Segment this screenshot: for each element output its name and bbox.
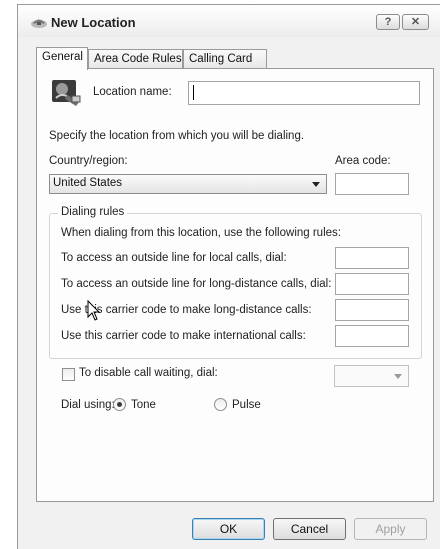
pulse-radio[interactable]	[214, 398, 227, 411]
pulse-label: Pulse	[232, 399, 261, 411]
international-carrier-label: Use this carrier code to make internatio…	[61, 330, 306, 342]
dialing-rules-title: Dialing rules	[58, 206, 128, 218]
ok-button[interactable]: OK	[192, 518, 265, 540]
long-distance-carrier-input[interactable]	[335, 299, 409, 321]
country-region-value: United States	[53, 177, 123, 189]
apply-button[interactable]: Apply	[354, 518, 427, 540]
country-region-label: Country/region:	[49, 155, 128, 167]
tab-calling-card[interactable]: Calling Card	[183, 49, 267, 69]
tab-general[interactable]: General	[36, 47, 88, 70]
long-distance-calls-input[interactable]	[335, 273, 409, 295]
help-icon: ?	[384, 16, 392, 28]
specify-location-text: Specify the location from which you will…	[49, 130, 305, 142]
cancel-button[interactable]: Cancel	[273, 518, 346, 540]
disable-call-waiting-label: To disable call waiting, dial:	[79, 367, 218, 379]
chevron-down-icon	[394, 374, 402, 379]
tone-radio[interactable]	[113, 398, 126, 411]
phone-location-icon	[30, 15, 48, 32]
long-distance-calls-label: To access an outside line for long-dista…	[61, 278, 332, 290]
disable-call-waiting-checkbox[interactable]	[62, 368, 75, 381]
mouse-pointer-icon	[87, 299, 101, 325]
title-bar[interactable]: New Location ? ✕	[18, 5, 440, 37]
help-button[interactable]: ?	[376, 14, 400, 30]
tone-label: Tone	[131, 399, 156, 411]
area-code-input[interactable]	[335, 173, 409, 195]
new-location-dialog: New Location ? ✕ General Area Code Rules…	[17, 4, 440, 549]
window-title: New Location	[51, 15, 136, 30]
radio-selected-dot	[117, 402, 122, 407]
location-name-label: Location name:	[93, 86, 172, 98]
general-tab-panel: Location name: Specify the location from…	[36, 68, 434, 502]
close-button[interactable]: ✕	[402, 14, 429, 30]
chevron-down-icon	[312, 182, 320, 187]
tab-area-code-rules[interactable]: Area Code Rules	[88, 49, 183, 69]
dial-using-label: Dial using:	[61, 399, 115, 411]
text-caret	[193, 85, 194, 100]
local-calls-label: To access an outside line for local call…	[61, 252, 287, 264]
location-name-input[interactable]	[188, 81, 420, 105]
country-region-select[interactable]: United States	[49, 174, 327, 194]
call-waiting-select[interactable]	[334, 365, 409, 387]
location-phone-icon	[50, 78, 82, 111]
area-code-label: Area code:	[335, 155, 391, 167]
dialing-rules-intro: When dialing from this location, use the…	[61, 227, 341, 239]
close-icon: ✕	[410, 16, 421, 28]
international-carrier-input[interactable]	[335, 325, 409, 347]
local-calls-input[interactable]	[335, 247, 409, 269]
